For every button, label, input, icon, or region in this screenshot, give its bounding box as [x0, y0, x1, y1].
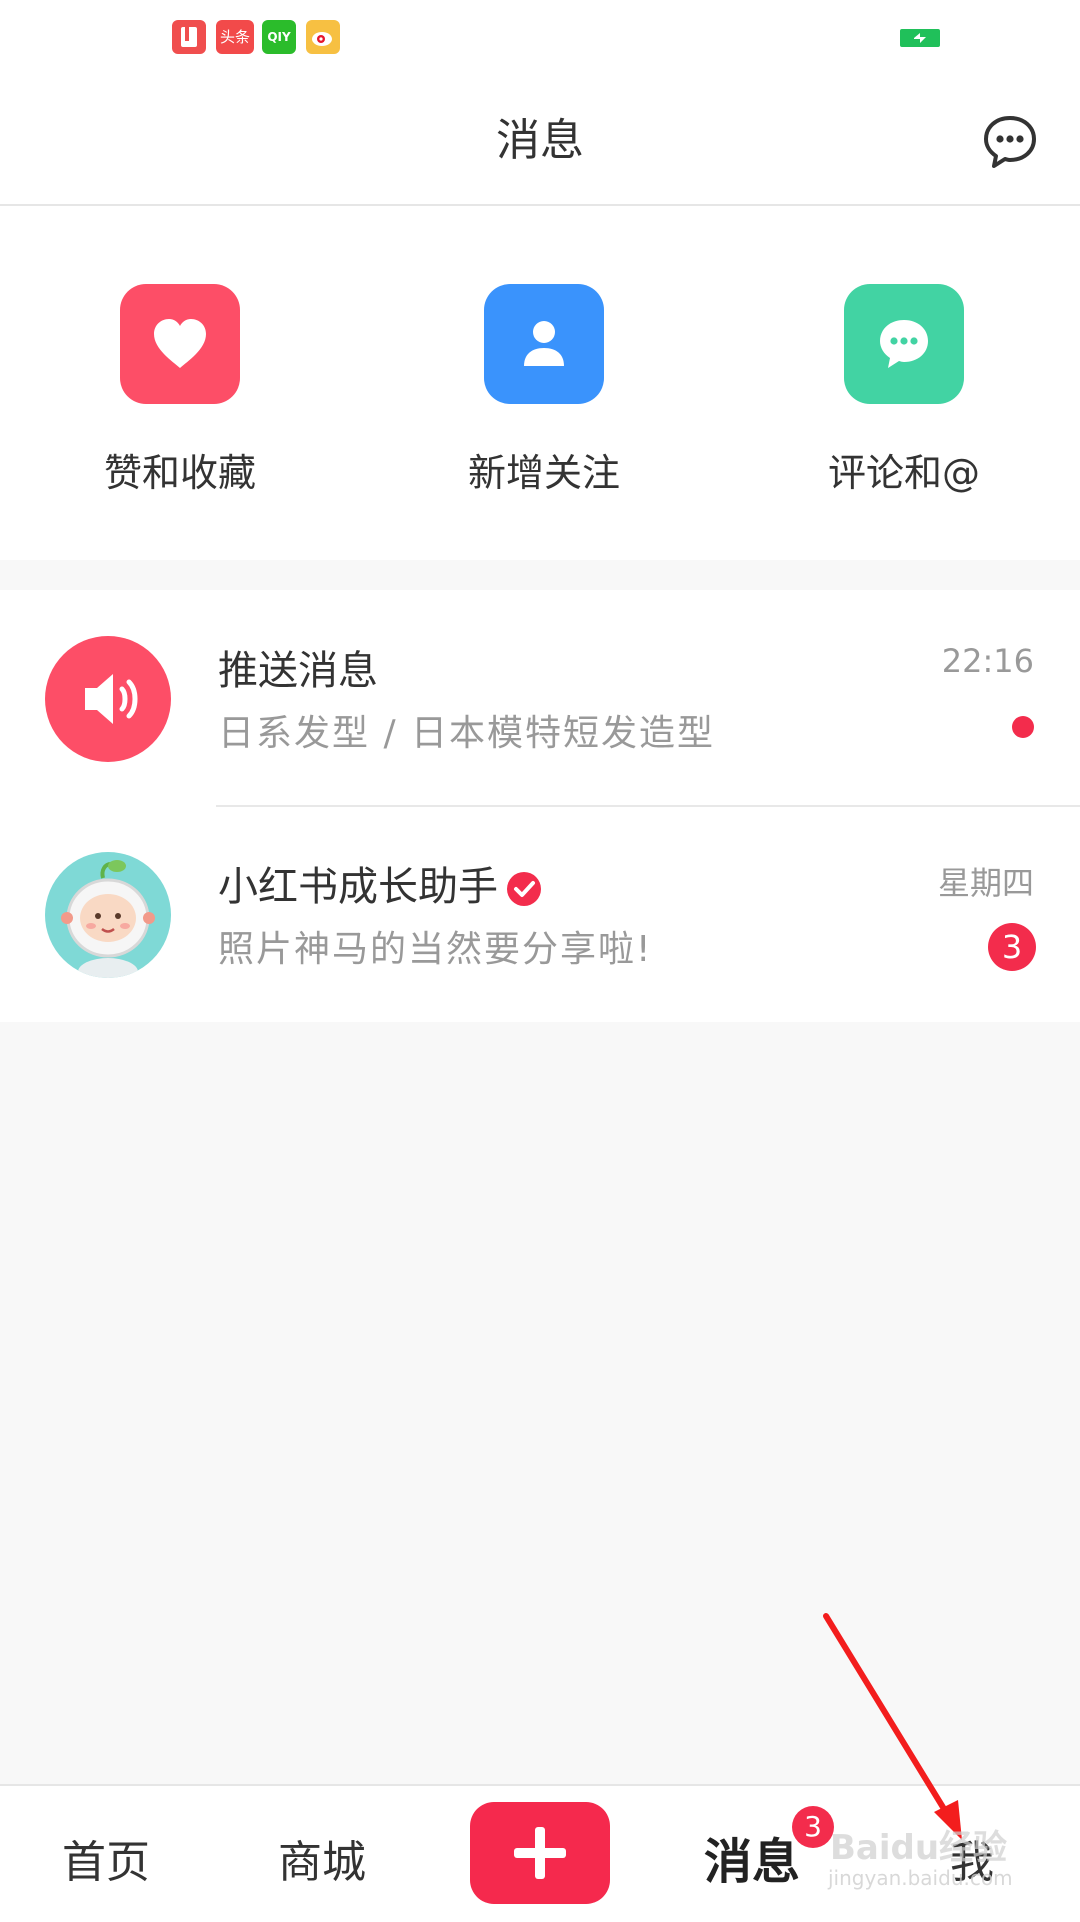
new-followers-button[interactable]: 新增关注: [424, 284, 664, 497]
iqiyi-label: QIY: [267, 30, 291, 44]
list-item-growth-assistant[interactable]: 小红书成长助手 照片神马的当然要分享啦! 星期四 3: [0, 806, 1080, 1022]
astronaut-avatar: [45, 852, 171, 978]
iqiyi-icon: QIY: [262, 20, 296, 54]
message-time: 22:16: [941, 642, 1034, 680]
nav-mall[interactable]: 商城: [278, 1826, 366, 1890]
heart-icon: [120, 284, 240, 404]
header: 消息: [0, 72, 1080, 206]
likes-and-collections-label: 赞和收藏: [103, 451, 256, 495]
likes-and-collections-button[interactable]: 赞和收藏: [60, 284, 300, 497]
messages-badge: 3: [792, 1806, 834, 1848]
message-title: 推送消息: [218, 648, 378, 694]
plus-icon: [514, 1827, 566, 1879]
publish-button[interactable]: [470, 1802, 610, 1904]
unread-dot: [1012, 716, 1034, 738]
page-title: 消息: [496, 115, 584, 166]
comments-and-mentions-label: 评论和@: [827, 451, 980, 495]
toutiao-label: 头条: [219, 28, 250, 46]
verified-icon: [506, 871, 542, 907]
user-icon: [484, 284, 604, 404]
comment-icon: [844, 284, 964, 404]
message-title: 小红书成长助手: [218, 854, 542, 912]
nav-messages[interactable]: 消息: [704, 1822, 800, 1892]
book-app-icon: [172, 20, 206, 54]
comments-and-mentions-button[interactable]: 评论和@: [784, 284, 1024, 497]
speaker-avatar-icon: [45, 636, 171, 762]
quick-actions: 赞和收藏 新增关注 评论和@: [0, 206, 1080, 560]
watermark: Baidu经验: [830, 1828, 1008, 1868]
battery-icon: [900, 29, 940, 47]
message-time: 星期四: [937, 864, 1034, 902]
message-list: 推送消息 日系发型 / 日本模特短发造型 22:16 小红书成长助手 照片神马的…: [0, 590, 1080, 1022]
nav-home[interactable]: 首页: [62, 1826, 150, 1890]
chat-icon[interactable]: [980, 112, 1040, 172]
watermark-url: jingyan.baidu.com: [828, 1866, 1013, 1890]
toutiao-icon: 头条: [216, 20, 254, 54]
new-followers-label: 新增关注: [467, 451, 620, 495]
weibo-icon: [306, 20, 340, 54]
unread-count-badge: 3: [988, 923, 1036, 971]
list-item-push-messages[interactable]: 推送消息 日系发型 / 日本模特短发造型 22:16: [0, 590, 1080, 807]
message-title-text: 小红书成长助手: [218, 864, 498, 910]
status-bar: 头条 QIY: [0, 0, 1080, 72]
message-preview: 日系发型 / 日本模特短发造型: [218, 713, 716, 754]
message-preview: 照片神马的当然要分享啦!: [218, 929, 653, 970]
